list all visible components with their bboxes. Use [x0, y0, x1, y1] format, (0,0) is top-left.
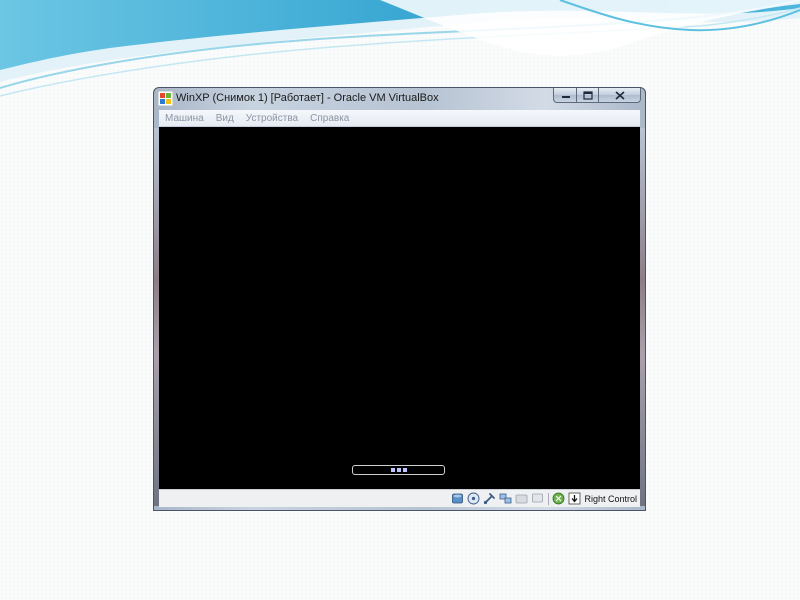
window-frame-right: [640, 128, 645, 506]
menu-help[interactable]: Справка: [304, 113, 355, 124]
boot-dot: [402, 468, 407, 472]
network-icon[interactable]: [499, 492, 512, 505]
windows-xp-logo-icon: [158, 91, 173, 106]
minimize-button[interactable]: [553, 88, 577, 103]
close-button[interactable]: [599, 88, 641, 103]
menu-view[interactable]: Вид: [210, 113, 240, 124]
status-bar: Right Control: [159, 489, 640, 507]
host-key-arrow-icon: [569, 492, 581, 505]
status-separator: [548, 492, 550, 505]
boot-dot: [396, 468, 401, 472]
vm-display[interactable]: [159, 127, 640, 489]
window-title: WinXP (Снимок 1) [Работает] - Oracle VM …: [176, 92, 439, 104]
cd-drive-icon[interactable]: [467, 492, 480, 505]
display-icon[interactable]: [531, 492, 544, 505]
menu-devices[interactable]: Устройства: [240, 113, 304, 124]
usb-icon[interactable]: [483, 492, 496, 505]
title-bar[interactable]: WinXP (Снимок 1) [Работает] - Oracle VM …: [154, 88, 645, 110]
host-key-label: Right Control: [584, 493, 637, 504]
close-icon: [615, 91, 625, 100]
shared-folders-icon[interactable]: [515, 492, 528, 505]
boot-progress-bar: [352, 465, 445, 475]
boot-progress-dots: [390, 468, 407, 472]
caption-buttons: [553, 88, 641, 104]
menu-bar: Машина Вид Устройства Справка: [159, 110, 640, 127]
boot-dot: [390, 468, 395, 472]
maximize-button[interactable]: [577, 88, 599, 103]
status-indicators: Right Control: [448, 491, 637, 506]
hard-disk-icon[interactable]: [451, 492, 464, 505]
minimize-icon: [562, 96, 570, 98]
virtualbox-window[interactable]: WinXP (Снимок 1) [Работает] - Oracle VM …: [153, 87, 646, 511]
maximize-icon: [583, 91, 593, 100]
mouse-integration-icon[interactable]: [552, 492, 565, 505]
menu-machine[interactable]: Машина: [159, 113, 210, 124]
